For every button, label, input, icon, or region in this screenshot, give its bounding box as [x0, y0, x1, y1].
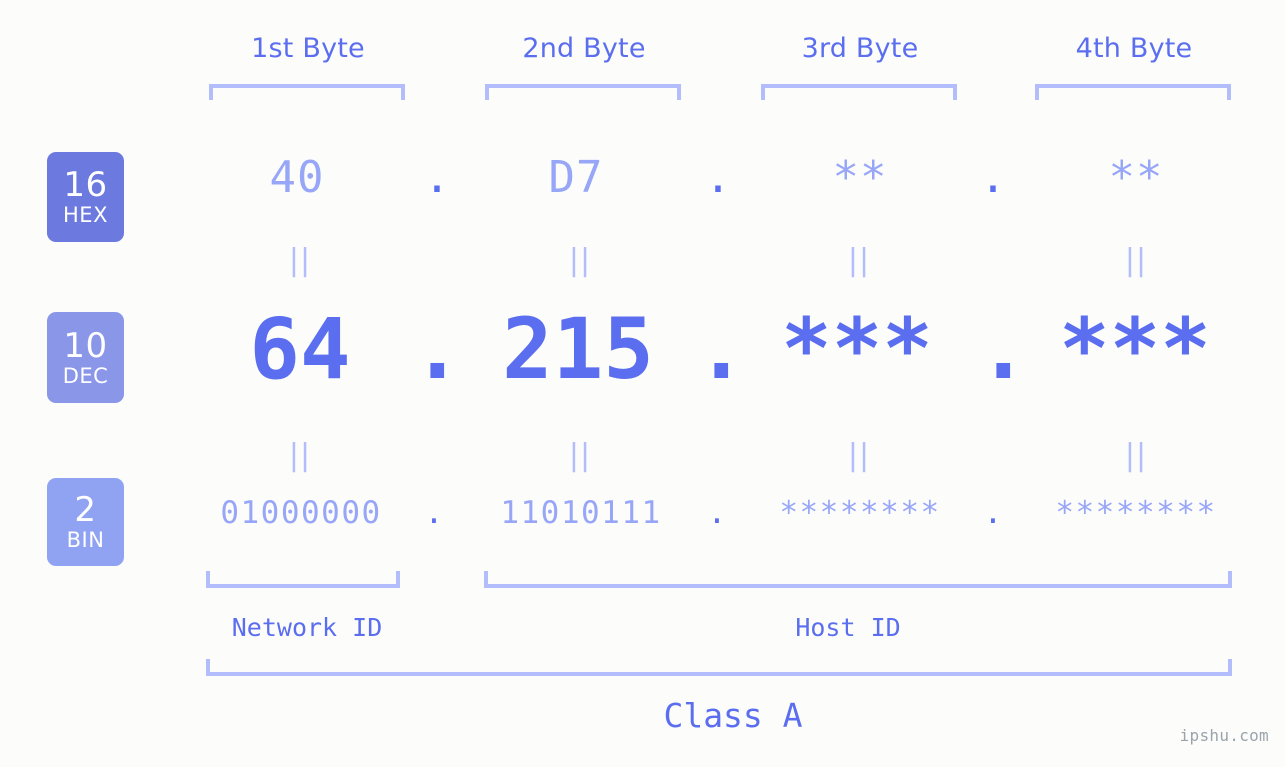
class-bracket: [206, 659, 1232, 676]
base-badge-bin: 2 BIN: [47, 478, 124, 566]
base-badge-dec-name: DEC: [62, 363, 109, 388]
bin-byte-1: 01000000: [220, 495, 382, 531]
base-badge-dec: 10 DEC: [47, 312, 124, 403]
equals-mark-2-1: ||: [288, 438, 312, 473]
equals-mark-1-3: ||: [847, 243, 871, 278]
byte-header-4: 4th Byte: [1075, 33, 1193, 64]
equals-mark-1-2: ||: [568, 243, 592, 278]
byte-bracket-4: [1035, 84, 1231, 100]
base-badge-hex: 16 HEX: [47, 152, 124, 242]
bin-byte-2: 11010111: [500, 495, 662, 531]
dec-byte-4: ***: [1059, 300, 1211, 398]
dec-separator-2: .: [696, 300, 747, 398]
class-label: Class A: [663, 696, 803, 735]
equals-mark-2-2: ||: [568, 438, 592, 473]
equals-mark-2-3: ||: [847, 438, 871, 473]
hex-byte-4: **: [1108, 152, 1164, 203]
base-badge-bin-number: 2: [74, 490, 97, 530]
byte-header-3: 3rd Byte: [801, 33, 919, 64]
equals-mark-1-1: ||: [288, 243, 312, 278]
host-id-bracket: [484, 571, 1232, 588]
byte-bracket-1: [209, 84, 405, 100]
host-id-label: Host ID: [795, 613, 901, 642]
hex-byte-3: **: [832, 152, 888, 203]
byte-bracket-2: [485, 84, 681, 100]
base-badge-dec-number: 10: [63, 325, 108, 366]
byte-header-2: 2nd Byte: [522, 33, 646, 64]
hex-byte-2: D7: [548, 152, 604, 203]
dec-separator-3: .: [978, 300, 1029, 398]
site-watermark: ipshu.com: [1179, 726, 1269, 745]
equals-mark-2-4: ||: [1124, 438, 1148, 473]
dec-byte-3: ***: [781, 300, 933, 398]
equals-mark-1-4: ||: [1124, 243, 1148, 278]
hex-separator-2: .: [704, 152, 732, 203]
bin-byte-3: ********: [779, 495, 941, 531]
network-id-bracket: [206, 571, 400, 588]
byte-bracket-3: [761, 84, 957, 100]
ip-address-breakdown-diagram: 1st Byte 2nd Byte 3rd Byte 4th Byte 16 H…: [0, 0, 1285, 767]
network-id-label: Network ID: [231, 613, 383, 642]
hex-separator-1: .: [423, 152, 451, 203]
bin-separator-3: .: [983, 495, 1003, 531]
dec-separator-1: .: [412, 300, 463, 398]
dec-byte-2: 215: [502, 300, 654, 398]
base-badge-bin-name: BIN: [66, 528, 105, 552]
hex-byte-1: 40: [269, 152, 325, 203]
bin-separator-2: .: [707, 495, 727, 531]
bin-byte-4: ********: [1055, 495, 1217, 531]
dec-byte-1: 64: [249, 300, 351, 398]
base-badge-hex-name: HEX: [63, 203, 108, 227]
byte-header-1: 1st Byte: [251, 33, 365, 64]
hex-separator-3: .: [979, 152, 1007, 203]
bin-separator-1: .: [424, 495, 444, 531]
base-badge-hex-number: 16: [63, 165, 108, 205]
